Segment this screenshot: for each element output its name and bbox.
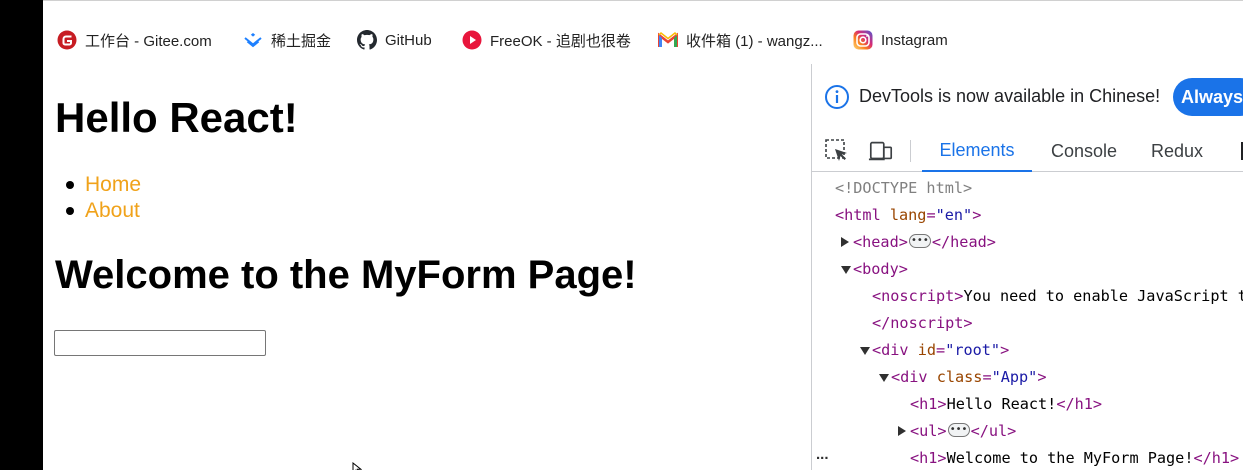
freeok-icon bbox=[462, 30, 482, 50]
bookmark-label: 稀土掘金 bbox=[271, 32, 332, 50]
dom-node-html[interactable]: <html lang="en"> bbox=[835, 202, 981, 228]
devtools-toolbar: Elements Console Redux bbox=[812, 130, 1243, 172]
always-button[interactable]: Always bbox=[1173, 78, 1243, 116]
collapse-arrow-icon[interactable] bbox=[877, 364, 891, 390]
dom-node-h1-welcome[interactable]: <h1>Welcome to the MyForm Page!</h1> bbox=[910, 445, 1239, 470]
dom-node-noscript-close[interactable]: </noscript> bbox=[872, 310, 973, 336]
ellipsis-icon[interactable]: ••• bbox=[947, 422, 970, 437]
text-input[interactable] bbox=[54, 330, 266, 356]
gitee-icon bbox=[57, 30, 77, 50]
nav-link-home[interactable]: Home bbox=[85, 173, 141, 196]
tab-redux[interactable]: Redux bbox=[1140, 130, 1214, 172]
collapse-arrow-icon[interactable] bbox=[858, 337, 872, 363]
expand-arrow-icon[interactable] bbox=[896, 418, 910, 444]
bookmark-freeok[interactable]: FreeOK - 追剧也很卷 bbox=[462, 29, 631, 51]
nav-item-home: Home bbox=[65, 172, 141, 198]
dom-tree: <!DOCTYPE html> <html lang="en"> <head> •… bbox=[812, 174, 1243, 470]
bookmark-label: 收件箱 (1) - wangz... bbox=[686, 32, 823, 50]
dom-node-body[interactable]: <body> bbox=[839, 256, 908, 282]
device-toolbar-icon[interactable] bbox=[868, 138, 894, 164]
ellipsis-icon[interactable]: ••• bbox=[908, 233, 931, 248]
page-viewport: Hello React! Home About Welcome to the M… bbox=[43, 80, 811, 470]
bookmark-instagram[interactable]: Instagram bbox=[853, 29, 948, 51]
devtools-panel: DevTools is now available in Chinese! Al… bbox=[811, 64, 1243, 470]
dom-node-doctype[interactable]: <!DOCTYPE html> bbox=[835, 175, 972, 201]
bookmark-github[interactable]: GitHub bbox=[357, 29, 432, 51]
tab-elements[interactable]: Elements bbox=[922, 130, 1032, 172]
collapse-arrow-icon[interactable] bbox=[839, 256, 853, 282]
devtools-language-banner: DevTools is now available in Chinese! Al… bbox=[812, 64, 1243, 130]
tab-console[interactable]: Console bbox=[1038, 130, 1130, 172]
page-heading: Welcome to the MyForm Page! bbox=[55, 253, 637, 297]
inspect-element-icon[interactable] bbox=[824, 138, 850, 164]
nav-item-about: About bbox=[65, 198, 141, 224]
bookmark-label: FreeOK - 追剧也很卷 bbox=[490, 32, 631, 50]
dom-node-div-app[interactable]: <div class="App"> bbox=[877, 364, 1046, 390]
gmail-icon bbox=[658, 30, 678, 50]
instagram-icon bbox=[853, 30, 873, 50]
page-title: Hello React! bbox=[55, 94, 298, 141]
toolbar-divider bbox=[910, 140, 911, 162]
bookmark-label: 工作台 - Gitee.com bbox=[85, 32, 212, 50]
expand-arrow-icon[interactable] bbox=[839, 229, 853, 255]
info-icon bbox=[825, 85, 849, 109]
nav-list: Home About bbox=[65, 172, 141, 224]
dom-node-noscript[interactable]: <noscript>You need to enable JavaScript … bbox=[872, 283, 1243, 309]
bookmark-label: GitHub bbox=[385, 31, 432, 49]
window-edge bbox=[0, 0, 43, 470]
bookmark-juejin[interactable]: 稀土掘金 bbox=[243, 29, 331, 51]
dom-node-head[interactable]: <head> ••• </head> bbox=[839, 229, 996, 255]
dom-node-ul[interactable]: <ul> ••• </ul> bbox=[896, 418, 1016, 444]
nav-link-about[interactable]: About bbox=[85, 199, 140, 222]
mouse-cursor-icon bbox=[352, 462, 362, 470]
juejin-icon bbox=[243, 30, 263, 50]
dom-node-h1[interactable]: <h1>Hello React!</h1> bbox=[910, 391, 1102, 417]
github-icon bbox=[357, 30, 377, 50]
more-options-icon[interactable]: ... bbox=[816, 446, 829, 463]
dom-node-div-root[interactable]: <div id="root"> bbox=[858, 337, 1009, 363]
bookmark-gmail[interactable]: 收件箱 (1) - wangz... bbox=[658, 29, 823, 51]
bookmark-gitee[interactable]: 工作台 - Gitee.com bbox=[57, 29, 212, 51]
bookmark-label: Instagram bbox=[881, 31, 948, 49]
banner-message: DevTools is now available in Chinese! bbox=[859, 86, 1161, 106]
